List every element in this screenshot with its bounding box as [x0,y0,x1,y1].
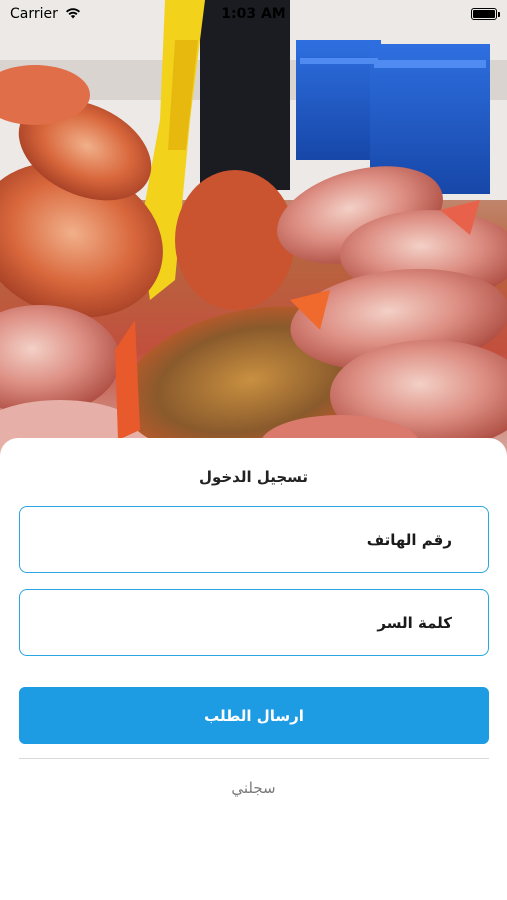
phone-input[interactable] [20,507,452,572]
password-field-container [19,589,489,656]
register-link[interactable]: سجلني [0,779,507,797]
status-left: Carrier [10,6,82,23]
password-input[interactable] [20,590,452,655]
submit-button[interactable]: ارسال الطلب [19,687,489,744]
battery-icon [471,8,500,20]
carrier-label: Carrier [10,6,58,22]
login-sheet: تسجيل الدخول ارسال الطلب سجلني [0,438,507,900]
status-time: 1:03 AM [221,6,286,22]
status-bar: Carrier 1:03 AM [0,0,507,28]
fish-market-photo [0,0,507,470]
divider [19,758,489,759]
phone-field-container [19,506,489,573]
wifi-icon [64,6,82,23]
hero-image [0,0,507,470]
page-title: تسجيل الدخول [198,468,309,486]
